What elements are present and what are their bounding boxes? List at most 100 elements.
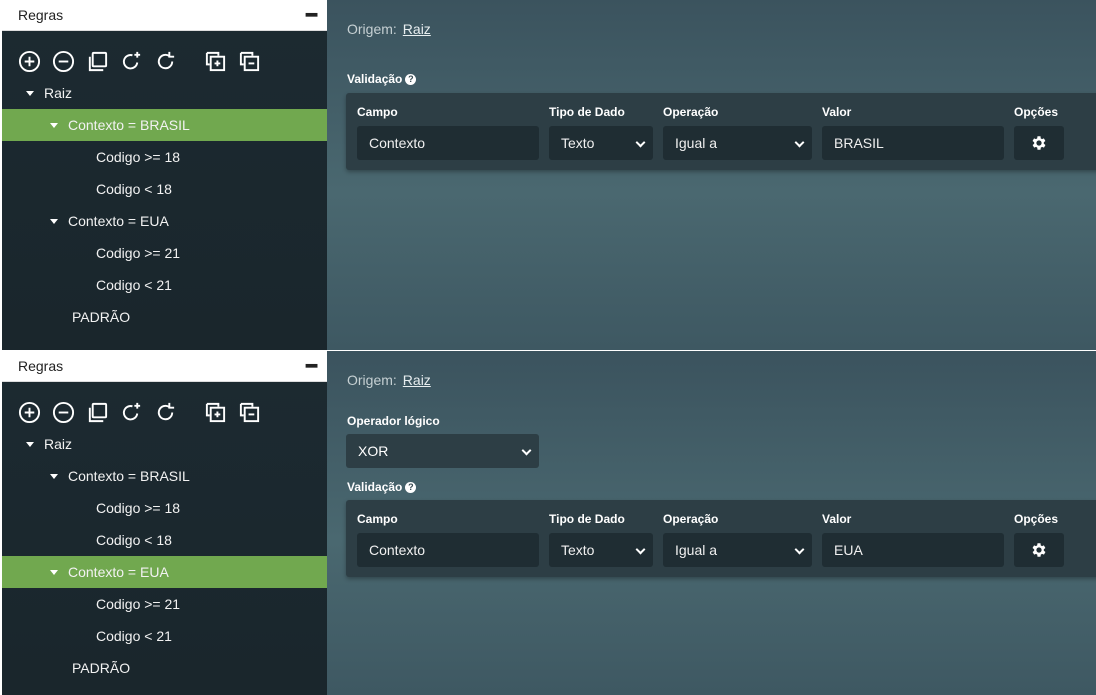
tipo-value: Texto bbox=[561, 135, 595, 151]
tree-node-contexto-brasil[interactable]: Contexto = BRASIL bbox=[2, 460, 327, 492]
column-header-valor: Valor bbox=[822, 512, 852, 526]
minus-circle-icon[interactable] bbox=[52, 401, 75, 424]
campo-input[interactable]: Contexto bbox=[357, 126, 539, 160]
options-button[interactable] bbox=[1014, 533, 1064, 567]
caret-down-icon[interactable] bbox=[26, 90, 34, 96]
tipo-value: Texto bbox=[561, 542, 595, 558]
tree-node-codigo-lt-18[interactable]: Codigo < 18 bbox=[2, 524, 327, 556]
rules-sidebar: Regras ━ Raiz Contexto = BRASIL Codigo >… bbox=[2, 351, 327, 695]
collapse-button[interactable]: ━ bbox=[306, 357, 317, 375]
column-header-valor: Valor bbox=[822, 105, 852, 119]
rule-editor: Origem: Raiz Validação? Campo Tipo de Dad… bbox=[327, 0, 1096, 350]
logic-operator-select[interactable]: XOR bbox=[346, 434, 539, 468]
validation-label: Validação bbox=[347, 480, 403, 494]
options-button[interactable] bbox=[1014, 126, 1064, 160]
origin-link[interactable]: Raiz bbox=[403, 21, 431, 37]
sidebar-title: Regras bbox=[18, 358, 64, 374]
help-icon[interactable]: ? bbox=[405, 482, 417, 494]
tree-node-label: Codigo < 21 bbox=[96, 277, 172, 293]
help-icon[interactable]: ? bbox=[405, 74, 417, 86]
logic-operator-label: Operador lógico bbox=[347, 414, 440, 428]
tipo-select[interactable]: Texto bbox=[549, 533, 653, 567]
validation-panel: Campo Tipo de Dado Operação Valor Opções… bbox=[346, 93, 1096, 170]
operacao-select[interactable]: Igual a bbox=[663, 126, 812, 160]
column-header-operacao: Operação bbox=[663, 512, 719, 526]
valor-input[interactable]: EUA bbox=[822, 533, 1004, 567]
rules-screen-2: Regras ━ Raiz Contexto = BRASIL Codigo >… bbox=[0, 351, 1096, 695]
origin-breadcrumb: Origem: Raiz bbox=[347, 372, 431, 388]
tree-node-label: Contexto = EUA bbox=[68, 564, 169, 580]
caret-down-icon[interactable] bbox=[50, 473, 58, 479]
tree-node-codigo-gte-21[interactable]: Codigo >= 21 bbox=[2, 237, 327, 269]
tipo-select[interactable]: Texto bbox=[549, 126, 653, 160]
rotate-add-icon[interactable] bbox=[120, 401, 143, 424]
campo-input[interactable]: Contexto bbox=[357, 533, 539, 567]
rules-tree: Raiz Contexto = BRASIL Codigo >= 18 Codi… bbox=[2, 428, 327, 684]
column-header-opcoes: Opções bbox=[1014, 512, 1059, 526]
tree-node-padrao[interactable]: PADRÃO bbox=[2, 301, 327, 333]
validation-label: Validação bbox=[347, 72, 403, 86]
tree-node-codigo-lt-21[interactable]: Codigo < 21 bbox=[2, 269, 327, 301]
origin-label: Origem: bbox=[347, 372, 397, 388]
validation-heading: Validação? bbox=[347, 72, 417, 86]
validation-heading: Validação? bbox=[347, 480, 417, 494]
tree-node-label: Codigo < 21 bbox=[96, 628, 172, 644]
caret-down-icon[interactable] bbox=[50, 122, 58, 128]
sidebar-header: Regras ━ bbox=[2, 351, 327, 382]
rules-screen-1: Regras ━ Raiz Contexto = BRASIL Codigo >… bbox=[0, 0, 1096, 350]
tree-node-label: Contexto = BRASIL bbox=[68, 117, 190, 133]
operacao-value: Igual a bbox=[675, 135, 718, 151]
valor-input[interactable]: BRASIL bbox=[822, 126, 1004, 160]
tree-toolbar bbox=[2, 382, 327, 428]
valor-value: EUA bbox=[834, 542, 863, 558]
sidebar-header: Regras ━ bbox=[2, 0, 327, 31]
tree-toolbar bbox=[2, 31, 327, 77]
refresh-icon[interactable] bbox=[154, 401, 177, 424]
rule-editor: Origem: Raiz Operador lógico XOR Validaçã… bbox=[327, 351, 1096, 695]
tree-node-codigo-lt-18[interactable]: Codigo < 18 bbox=[2, 173, 327, 205]
rotate-add-icon[interactable] bbox=[120, 50, 143, 73]
chevron-down-icon bbox=[794, 137, 805, 148]
caret-down-icon[interactable] bbox=[50, 218, 58, 224]
operacao-select[interactable]: Igual a bbox=[663, 533, 812, 567]
caret-down-icon[interactable] bbox=[50, 569, 58, 575]
column-header-tipo: Tipo de Dado bbox=[549, 512, 625, 526]
plus-circle-icon[interactable] bbox=[18, 50, 41, 73]
logic-operator-value: XOR bbox=[358, 443, 389, 459]
tree-node-label: PADRÃO bbox=[72, 309, 131, 325]
tree-node-label: Codigo >= 18 bbox=[96, 500, 181, 516]
tree-node-codigo-gte-18[interactable]: Codigo >= 18 bbox=[2, 141, 327, 173]
tree-node-contexto-brasil[interactable]: Contexto = BRASIL bbox=[2, 109, 327, 141]
copy-icon[interactable] bbox=[86, 401, 109, 424]
tree-node-codigo-gte-18[interactable]: Codigo >= 18 bbox=[2, 492, 327, 524]
tree-node-label: Codigo < 18 bbox=[96, 181, 172, 197]
campo-value: Contexto bbox=[369, 542, 426, 558]
tree-node-codigo-gte-21[interactable]: Codigo >= 21 bbox=[2, 588, 327, 620]
caret-down-icon[interactable] bbox=[26, 441, 34, 447]
tree-node-codigo-lt-21[interactable]: Codigo < 21 bbox=[2, 620, 327, 652]
validation-panel: Campo Tipo de Dado Operação Valor Opções… bbox=[346, 500, 1096, 577]
tree-node-contexto-eua[interactable]: Contexto = EUA bbox=[2, 556, 327, 588]
rules-sidebar: Regras ━ Raiz Contexto = BRASIL Codigo >… bbox=[2, 0, 327, 350]
tree-node-label: PADRÃO bbox=[72, 660, 131, 676]
valor-value: BRASIL bbox=[834, 135, 884, 151]
collapse-button[interactable]: ━ bbox=[306, 6, 317, 24]
stack-remove-icon[interactable] bbox=[238, 401, 261, 424]
chevron-down-icon bbox=[794, 544, 805, 555]
origin-link[interactable]: Raiz bbox=[403, 372, 431, 388]
tree-node-raiz[interactable]: Raiz bbox=[2, 77, 327, 109]
tree-node-contexto-eua[interactable]: Contexto = EUA bbox=[2, 205, 327, 237]
refresh-icon[interactable] bbox=[154, 50, 177, 73]
tree-node-raiz[interactable]: Raiz bbox=[2, 428, 327, 460]
stack-add-icon[interactable] bbox=[204, 401, 227, 424]
stack-add-icon[interactable] bbox=[204, 50, 227, 73]
stack-remove-icon[interactable] bbox=[238, 50, 261, 73]
tree-node-label: Codigo >= 21 bbox=[96, 596, 181, 612]
minus-circle-icon[interactable] bbox=[52, 50, 75, 73]
copy-icon[interactable] bbox=[86, 50, 109, 73]
campo-value: Contexto bbox=[369, 135, 426, 151]
tree-node-padrao[interactable]: PADRÃO bbox=[2, 652, 327, 684]
chevron-down-icon bbox=[635, 544, 646, 555]
plus-circle-icon[interactable] bbox=[18, 401, 41, 424]
chevron-down-icon bbox=[521, 445, 532, 456]
